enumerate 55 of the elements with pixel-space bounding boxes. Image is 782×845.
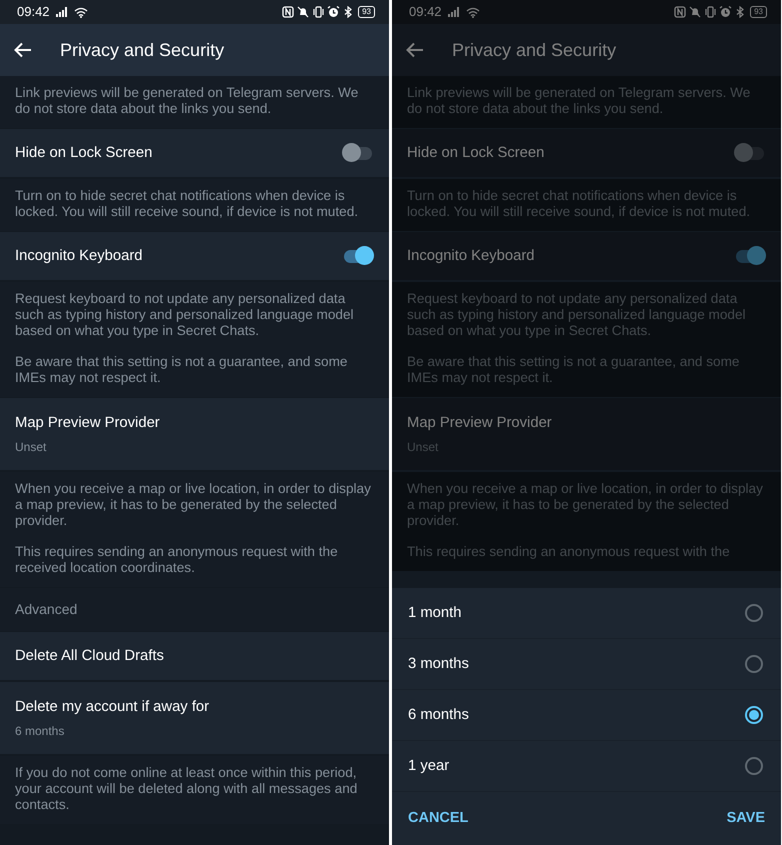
setting-label: Hide on Lock Screen [407,144,544,163]
option-row[interactable]: 1 month [392,588,781,639]
toggle-switch[interactable] [342,246,374,266]
radio-button[interactable] [745,655,763,673]
wifi-icon [466,6,480,18]
info-text: Link previews will be generated on Telegram servers. We do not store data about the links you send. [407,85,752,117]
setting-value: Unset [15,439,48,456]
info-text: Link previews will be generated on Telegram servers. We do not store data about the links you send. [15,85,360,117]
info-text: Turn on to hide secret chat notifications when device is locked. You will still receive sound, if device is not muted. [407,188,752,220]
signal-icon [54,7,70,17]
option-row[interactable]: 6 months [392,690,781,741]
battery-level: 93 [358,6,375,18]
status-time: 09:42 [409,3,442,22]
setting-label[interactable]: Map Preview Provider [407,412,766,434]
screen-title: Privacy and Security [452,38,616,62]
mute-icon [297,6,310,18]
toggle-switch[interactable] [734,143,766,163]
battery-level: 93 [750,6,767,18]
setting-label: Incognito Keyboard [15,246,143,266]
mute-icon [689,6,702,18]
info-text: When you receive a map or live location, in order to display a map preview, it has to be generated by the selected provider. [407,481,764,529]
info-text: Be aware that this setting is not a guarantee, and some IMEs may not respect it. [407,354,740,386]
setting-label[interactable]: Delete my account if away for [15,696,374,718]
toggle-switch[interactable] [734,246,766,266]
screen-title: Privacy and Security [60,38,224,62]
setting-value: 6 months [15,723,66,740]
info-text: This requires sending an anonymous request with the received location coordinates. [15,544,339,576]
radio-button[interactable] [745,757,763,775]
vibrate-icon [312,6,326,18]
save-button[interactable]: SAVE [710,800,781,838]
cancel-button[interactable]: CANCEL [392,800,484,838]
wifi-icon [74,6,88,18]
nfc-icon [674,6,688,18]
toggle-switch[interactable] [342,143,374,163]
vibrate-icon [704,6,718,18]
info-text: Be aware that this setting is not a guarantee, and some IMEs may not respect it. [15,354,348,386]
option-row[interactable]: 3 months [392,639,781,690]
radio-button[interactable] [745,604,763,622]
option-row[interactable]: 1 year [392,741,781,792]
setting-label: Incognito Keyboard [407,246,535,266]
alarm-icon [327,6,340,18]
setting-label: Hide on Lock Screen [15,144,152,163]
info-text: When you receive a map or live location, in order to display a map preview, it has to be generated by the selected provider. [15,481,372,529]
info-text: This requires sending an anonymous request with the [407,544,731,560]
alarm-icon [719,6,732,18]
status-time: 09:42 [17,3,50,22]
nfc-icon [282,6,296,18]
radio-button[interactable] [745,706,763,724]
info-text: Request keyboard to not update any personalized data such as typing history and personalized language model based on what you type in Secret Chats. [15,291,355,339]
signal-icon [446,7,462,17]
info-text: Turn on to hide secret chat notifications when device is locked. You will still receive sound, if device is not muted. [15,188,360,220]
info-text: Request keyboard to not update any personalized data such as typing history and personalized language model based on what you type in Secret Chats. [407,291,747,339]
setting-label[interactable]: Map Preview Provider [15,412,374,434]
info-text: If you do not come online at least once within this period, your account will be deleted along with all messages and contacts. [15,765,358,813]
back-icon[interactable] [14,42,32,58]
